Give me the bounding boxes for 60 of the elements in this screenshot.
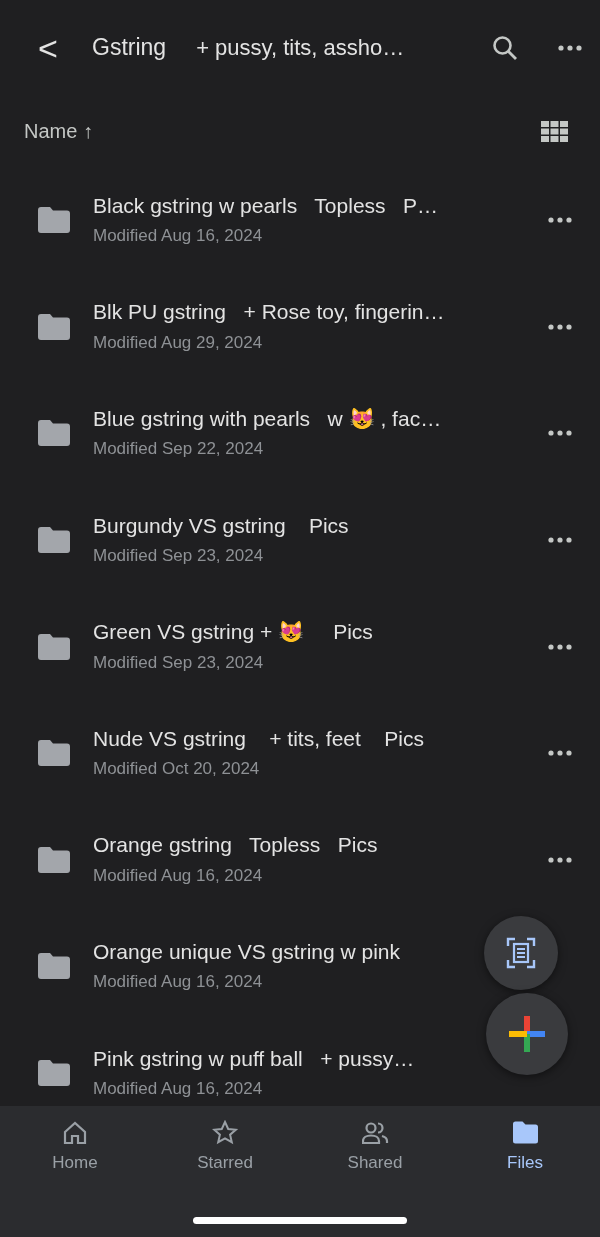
- sort-button[interactable]: Name ↑: [24, 116, 93, 146]
- folder-subtitle: + pussy, tits, assho…: [196, 34, 405, 62]
- more-icon: [548, 217, 572, 224]
- search-icon: [492, 34, 518, 61]
- folder-row[interactable]: Orange unique VS gstring w pink Modified Aug 16, 2024: [0, 913, 600, 1020]
- folder-icon: [38, 420, 70, 447]
- folder-row[interactable]: Orange gstring Topless Pics Modified Aug 16, 2024: [0, 806, 600, 914]
- modified-date: Modified Aug 16, 2024: [93, 1077, 263, 1100]
- folder-title: Gstring: [92, 33, 167, 63]
- star-icon: [211, 1120, 239, 1146]
- modified-date: Modified Aug 29, 2024: [93, 331, 263, 354]
- people-icon: [361, 1120, 389, 1146]
- more-icon: [548, 537, 572, 544]
- folder-icon: [511, 1120, 539, 1146]
- folder-row[interactable]: Blue gstring with pearls w 😻 , fac… Modified Sep 22, 2024: [0, 380, 600, 487]
- nav-tab[interactable]: Files: [450, 1120, 600, 1180]
- modified-date: Modified Aug 16, 2024: [93, 971, 263, 994]
- folder-icon: [38, 1060, 70, 1087]
- folder-name: Blk PU gstring + Rose toy, fingerin…: [93, 299, 445, 326]
- folder-row[interactable]: Nude VS gstring + tits, feet Pics Modified Oct 20, 2024: [0, 699, 600, 807]
- folder-name: Green VS gstring + 😻 Pics: [93, 619, 373, 646]
- folder-icon: [38, 313, 70, 340]
- folder-name: Orange unique VS gstring w pink: [93, 939, 400, 966]
- folder-name: Orange gstring Topless Pics: [93, 832, 378, 859]
- more-icon: [548, 430, 572, 437]
- modified-date: Modified Aug 16, 2024: [93, 225, 263, 248]
- nav-tab[interactable]: Starred: [150, 1120, 300, 1180]
- nav-tab[interactable]: Home: [0, 1120, 150, 1180]
- folder-name: Blue gstring with pearls w 😻 , fac…: [93, 406, 442, 433]
- folder-name: Pink gstring w puff ball + pussy…: [93, 1045, 415, 1072]
- folder-row[interactable]: Blk PU gstring + Rose toy, fingerin… Modified Aug 29, 2024: [0, 273, 600, 381]
- scan-icon: [506, 937, 536, 969]
- folder-row[interactable]: Pink gstring w puff ball + pussy… Modified Aug 16, 2024: [0, 1019, 600, 1106]
- folder-icon: [38, 527, 70, 554]
- folder-name: Black gstring w pearls Topless P…: [93, 192, 439, 219]
- modified-date: Modified Sep 22, 2024: [93, 438, 264, 461]
- more-icon: [558, 44, 582, 51]
- folder-icon: [38, 740, 70, 767]
- modified-date: Modified Aug 16, 2024: [93, 864, 263, 887]
- folder-icon: [38, 633, 70, 660]
- more-icon: [548, 856, 572, 863]
- back-button[interactable]: <: [28, 30, 68, 65]
- more-icon: [548, 323, 572, 330]
- folder-icon: [38, 846, 70, 873]
- folder-name: Nude VS gstring + tits, feet Pics: [93, 725, 424, 752]
- folder-row[interactable]: Black gstring w pearls Topless P… Modified Aug 16, 2024: [0, 167, 600, 274]
- folder-name: Burgundy VS gstring Pics: [93, 512, 349, 539]
- plus-icon: [509, 1016, 545, 1052]
- more-icon: [548, 643, 572, 650]
- folder-row[interactable]: Burgundy VS gstring Pics Modified Sep 23, 2024: [0, 486, 600, 594]
- folder-row[interactable]: Green VS gstring + 😻 Pics Modified Sep 23, 2024: [0, 593, 600, 700]
- grid-icon: [541, 120, 568, 142]
- folder-icon: [38, 953, 70, 980]
- folder-icon: [38, 207, 70, 234]
- modified-date: Modified Oct 20, 2024: [93, 758, 260, 781]
- modified-date: Modified Sep 23, 2024: [93, 544, 264, 567]
- modified-date: Modified Sep 23, 2024: [93, 651, 264, 674]
- home-icon: [61, 1120, 89, 1146]
- more-icon: [548, 750, 572, 757]
- nav-tab[interactable]: Shared: [300, 1120, 450, 1180]
